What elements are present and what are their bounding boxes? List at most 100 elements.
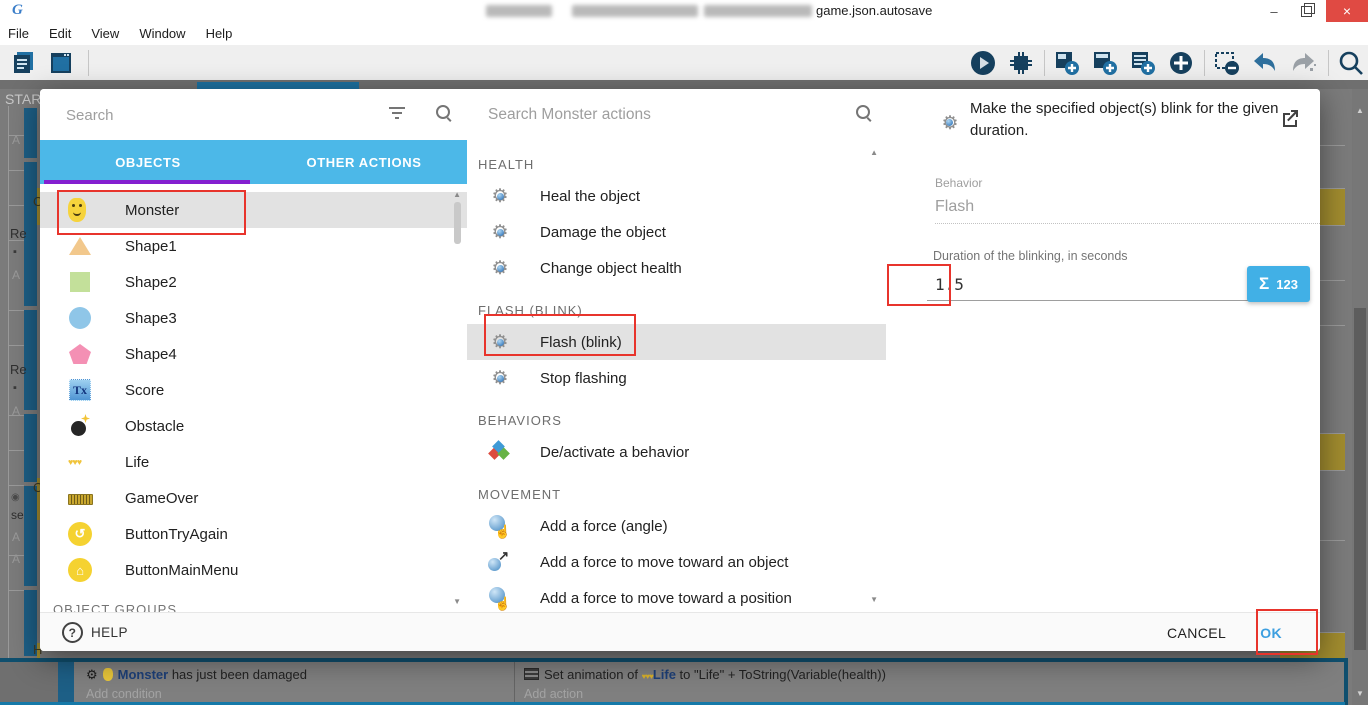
action-category-header: BEHAVIORS: [478, 413, 562, 428]
object-row[interactable]: Score: [40, 372, 467, 408]
gdevelop-logo-icon: G: [12, 2, 23, 18]
condition-text: has just been damaged: [168, 666, 307, 682]
background-text-fragment: se: [11, 508, 24, 522]
home-icon: [68, 558, 92, 582]
scene-window-icon[interactable]: [46, 48, 76, 78]
minimize-button[interactable]: –: [1258, 0, 1290, 22]
duration-input[interactable]: [933, 271, 1157, 297]
object-row[interactable]: GameOver: [40, 480, 467, 516]
add-comment-button[interactable]: [1128, 48, 1158, 78]
action-search-input[interactable]: [486, 100, 830, 130]
event-action[interactable]: Set animation of ♥♥♥Life to "Life" + ToS…: [524, 662, 1324, 686]
gear-icon: [488, 256, 512, 280]
cancel-button[interactable]: CANCEL: [1167, 625, 1226, 641]
duration-underline: [927, 300, 1286, 301]
behavior-label: Behavior: [935, 176, 983, 190]
action-row[interactable]: Change object health: [467, 250, 886, 286]
scrollbar-thumb[interactable]: [1354, 308, 1366, 650]
redo-button[interactable]: [1288, 48, 1318, 78]
force-icon: [488, 514, 512, 540]
object-row[interactable]: Shape3: [40, 300, 467, 336]
tab-objects[interactable]: OBJECTS: [40, 140, 256, 184]
action-row[interactable]: Add a force to move toward an object: [467, 544, 886, 580]
object-row[interactable]: Life: [40, 444, 467, 480]
scene-tabstrip: [0, 80, 1368, 89]
monster-icon: [68, 198, 86, 222]
menu-view[interactable]: View: [81, 22, 129, 45]
undo-button[interactable]: [1250, 48, 1280, 78]
object-row[interactable]: Shape1: [40, 228, 467, 264]
object-row[interactable]: Shape2: [40, 264, 467, 300]
list-scroll-down-icon[interactable]: ▼: [453, 597, 461, 606]
row-label: Stop flashing: [540, 369, 627, 387]
object-search-input[interactable]: [64, 100, 388, 130]
debug-button[interactable]: [1006, 48, 1036, 78]
background-text-fragment: A: [12, 552, 21, 566]
window-scrollbar[interactable]: ▲ ▼: [1352, 89, 1368, 705]
action-row[interactable]: Stop flashing: [467, 360, 886, 396]
add-event-button[interactable]: [1052, 48, 1082, 78]
action-category-header: FLASH (BLINK): [478, 303, 583, 318]
object-row[interactable]: Shape4: [40, 336, 467, 372]
row-label: Shape3: [125, 309, 177, 327]
text-icon: [68, 378, 92, 402]
action-row[interactable]: Damage the object: [467, 214, 886, 250]
row-label: ButtonTryAgain: [125, 525, 228, 543]
add-action-button[interactable]: Add action: [524, 686, 583, 702]
open-in-new-icon[interactable]: [1280, 108, 1300, 128]
row-label: GameOver: [125, 489, 199, 507]
object-row[interactable]: Obstacle: [40, 408, 467, 444]
tab-other-actions[interactable]: OTHER ACTIONS: [256, 140, 472, 184]
play-button[interactable]: [968, 48, 998, 78]
add-subevent-button[interactable]: [1090, 48, 1120, 78]
object-row[interactable]: Monster: [40, 192, 467, 228]
object-row[interactable]: ButtonMainMenu: [40, 552, 467, 588]
square-icon: [68, 270, 92, 294]
action-row[interactable]: De/activate a behavior: [467, 434, 886, 470]
row-label: Shape1: [125, 237, 177, 255]
search-toolbar-button[interactable]: [1336, 48, 1366, 78]
menu-window[interactable]: Window: [129, 22, 195, 45]
toolbar-separator: [1204, 50, 1205, 76]
restore-icon: [1300, 2, 1315, 17]
filter-icon[interactable]: [388, 107, 406, 121]
action-row[interactable]: Add a force (angle): [467, 508, 886, 544]
action-category-header: HEALTH: [478, 157, 535, 172]
action-row[interactable]: Flash (blink): [467, 324, 886, 360]
event-condition[interactable]: ⚙ Monster has just been damaged: [86, 662, 506, 686]
ok-button[interactable]: OK: [1260, 625, 1282, 641]
scroll-down-icon[interactable]: ▼: [1352, 686, 1368, 700]
menu-file[interactable]: File: [0, 22, 39, 45]
action-prefix: Set animation of: [544, 666, 642, 682]
add-condition-button[interactable]: Add condition: [86, 686, 162, 702]
object-row[interactable]: ButtonTryAgain: [40, 516, 467, 552]
list-scrollbar-thumb[interactable]: [454, 202, 461, 244]
close-button[interactable]: ×: [1326, 0, 1368, 22]
list-scroll-down-icon[interactable]: ▼: [870, 595, 878, 604]
animation-mini-icon: [524, 668, 539, 680]
behavior-underline: [935, 223, 1320, 224]
titlebar: G game.json.autosave – ×: [0, 0, 1368, 22]
event-row[interactable]: ⚙ Monster has just been damaged Add cond…: [0, 662, 1344, 702]
action-object-name: Life: [652, 666, 676, 682]
list-scroll-up-icon[interactable]: ▲: [453, 190, 461, 199]
action-row[interactable]: Heal the object: [467, 178, 886, 214]
condition-gear-icon: ⚙: [86, 666, 98, 682]
event-border-right: [1344, 658, 1348, 705]
help-button[interactable]: HELP: [62, 622, 128, 643]
row-label: Life: [125, 453, 150, 471]
scroll-up-icon[interactable]: ▲: [1352, 103, 1368, 117]
list-scroll-up-icon[interactable]: ▲: [870, 148, 878, 157]
circle-icon: [68, 306, 92, 330]
add-button[interactable]: [1166, 48, 1196, 78]
action-row[interactable]: Add a force to move toward a position: [467, 580, 886, 612]
menu-help[interactable]: Help: [196, 22, 243, 45]
restore-button[interactable]: [1290, 0, 1322, 22]
action-list: HEALTH Heal the object Damage the object…: [467, 140, 886, 612]
delete-selection-button[interactable]: [1212, 48, 1242, 78]
menu-edit[interactable]: Edit: [39, 22, 81, 45]
toolbar-separator: [88, 50, 89, 76]
project-manager-icon[interactable]: [10, 48, 40, 78]
row-label: Shape2: [125, 273, 177, 291]
expression-editor-button[interactable]: Σ 123: [1247, 266, 1310, 302]
